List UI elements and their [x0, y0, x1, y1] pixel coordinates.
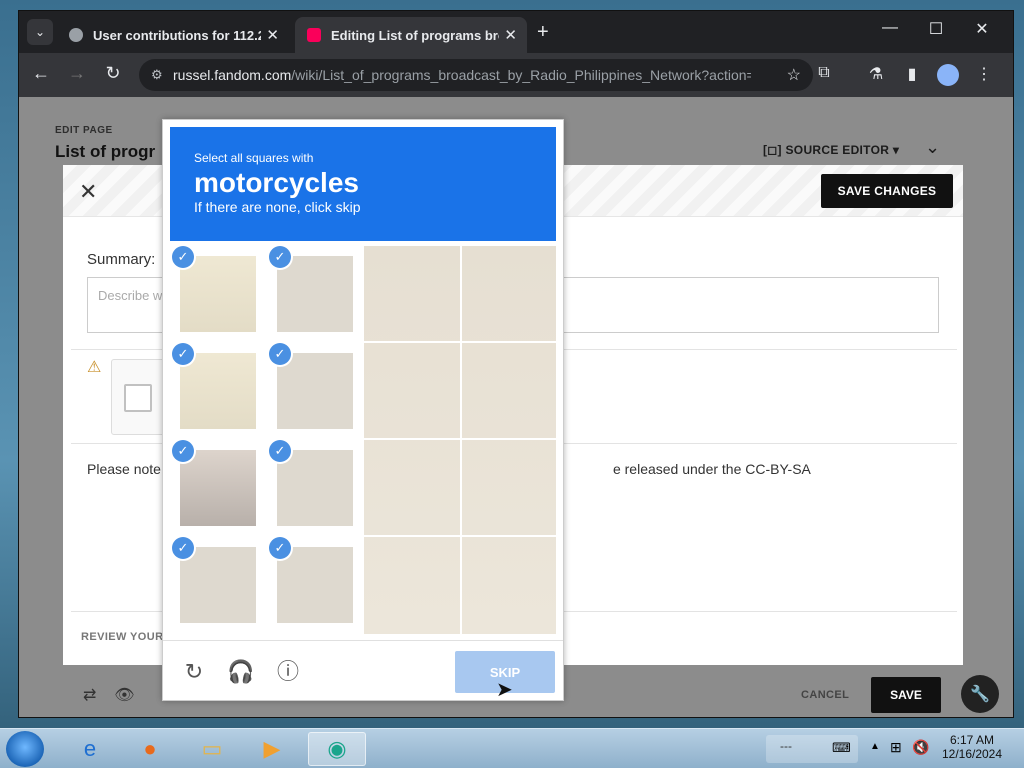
globe-icon: [69, 28, 83, 42]
close-window-button[interactable]: ✕: [967, 19, 997, 39]
review-changes-link[interactable]: REVIEW YOUR: [81, 631, 163, 643]
browser-window: ⌄ User contributions for 112.202 ✕ Editi…: [18, 10, 1014, 718]
page-viewport: EDIT PAGE List of progr [◻] SOURCE EDITO…: [19, 97, 1013, 717]
challenge-grid: ✓ ✓ ✓ ✓ ✓ ✓ ✓ ✓: [170, 246, 556, 634]
tray-text: ---: [780, 739, 792, 753]
tile-image: [180, 547, 256, 623]
side-panel-icon[interactable]: ▮: [901, 64, 923, 84]
browser-toolbar: ← → ↻ ⚙ russel.fandom.com /wiki/List_of_…: [19, 53, 1013, 97]
grid-line: [364, 535, 556, 537]
tile-image: [180, 353, 256, 429]
back-button[interactable]: ←: [29, 63, 53, 84]
info-icon[interactable]: ⓘ: [275, 659, 301, 685]
save-changes-button[interactable]: SAVE CHANGES: [821, 174, 953, 208]
tile-image: [180, 450, 256, 526]
windows-taskbar: e ● ▭ ▶ ◉ --- ⌨ ▲ ⊞ 🔇 6:17 AM 12/16/2024: [0, 728, 1024, 768]
labs-icon[interactable]: ⚗: [865, 64, 887, 84]
profile-avatar[interactable]: [937, 64, 959, 86]
notification-tray: --- ⌨: [766, 735, 858, 763]
recaptcha-challenge: Select all squares with motorcycles If t…: [162, 119, 564, 701]
grid-line: [364, 341, 556, 343]
diff-icon[interactable]: ⇄: [83, 687, 96, 704]
tile-image: [277, 353, 353, 429]
tab-strip: ⌄ User contributions for 112.202 ✕ Editi…: [19, 11, 1013, 53]
check-icon: ✓: [269, 440, 291, 462]
new-tab-button[interactable]: +: [537, 21, 549, 44]
check-icon: ✓: [269, 343, 291, 365]
clock-time: 6:17 AM: [949, 733, 995, 747]
check-icon: ✓: [269, 246, 291, 268]
firefox-icon[interactable]: ●: [128, 732, 172, 766]
reload-icon[interactable]: ↻: [181, 659, 207, 685]
menu-icon[interactable]: ⋮: [973, 64, 995, 84]
tab-editing-list[interactable]: Editing List of programs broad ✕: [295, 17, 527, 53]
challenge-header: Select all squares with motorcycles If t…: [170, 127, 556, 241]
cancel-button[interactable]: CANCEL: [801, 689, 849, 701]
captcha-tile[interactable]: ✓: [267, 537, 361, 631]
bookmark-star-icon[interactable]: ☆: [787, 65, 801, 85]
grid-line: [364, 438, 556, 440]
warning-icon: ⚠: [87, 359, 102, 376]
close-tab-icon[interactable]: ✕: [266, 26, 279, 44]
captcha-tile[interactable]: ✓: [267, 343, 361, 437]
captcha-tile[interactable]: ✓: [267, 246, 361, 340]
page-tools: ⇄ 👁: [83, 685, 135, 705]
recaptcha-checkbox[interactable]: [124, 384, 152, 412]
volume-muted-icon[interactable]: 🔇: [912, 739, 929, 756]
check-icon: ✓: [172, 537, 194, 559]
chrome-taskbar-icon[interactable]: ◉: [308, 732, 366, 766]
file-explorer-icon[interactable]: ▭: [190, 732, 234, 766]
captcha-tile[interactable]: ✓: [170, 246, 264, 340]
network-icon[interactable]: ⊞: [890, 739, 902, 756]
close-icon[interactable]: ✕: [79, 179, 97, 205]
url-path: /wiki/List_of_programs_broadcast_by_Radi…: [291, 67, 752, 83]
challenge-target: motorcycles: [194, 167, 359, 198]
challenge-hint: If there are none, click skip: [194, 199, 361, 215]
challenge-instruction: Select all squares with: [194, 151, 314, 165]
license-note-right: e released under the CC-BY-SA: [612, 461, 811, 477]
clock-date: 12/16/2024: [941, 747, 1003, 761]
extensions-icon[interactable]: ⧉: [813, 64, 835, 82]
save-button[interactable]: SAVE: [871, 677, 941, 713]
captcha-tile[interactable]: ✓: [170, 537, 264, 631]
media-player-icon[interactable]: ▶: [250, 732, 294, 766]
check-icon: ✓: [172, 246, 194, 268]
check-icon: ✓: [172, 343, 194, 365]
check-icon: ✓: [172, 440, 194, 462]
captcha-tile[interactable]: ✓: [170, 343, 264, 437]
close-tab-icon[interactable]: ✕: [504, 26, 517, 44]
preview-eye-icon[interactable]: 👁: [114, 687, 134, 704]
grid-line: [460, 246, 462, 634]
captcha-tile[interactable]: ✓: [267, 440, 361, 534]
tile-image: [277, 256, 353, 332]
address-bar[interactable]: ⚙ russel.fandom.com /wiki/List_of_progra…: [139, 59, 813, 91]
headphones-icon[interactable]: 🎧: [227, 659, 254, 685]
tab-title: User contributions for 112.202: [93, 27, 261, 43]
license-note-left: Please note: [87, 461, 161, 477]
fandom-icon: [307, 28, 321, 42]
tile-image: [180, 256, 256, 332]
url-host: russel.fandom.com: [173, 67, 292, 83]
minimize-button[interactable]: —: [875, 19, 905, 37]
tile-image: [277, 547, 353, 623]
show-hidden-icons[interactable]: ▲: [870, 741, 880, 752]
tab-search-button[interactable]: ⌄: [27, 19, 53, 45]
tab-user-contributions[interactable]: User contributions for 112.202 ✕: [57, 17, 289, 53]
wrench-icon[interactable]: 🔧: [961, 675, 999, 713]
reload-button[interactable]: ↻: [101, 63, 125, 84]
start-button[interactable]: [6, 731, 44, 767]
system-clock[interactable]: 6:17 AM 12/16/2024: [936, 733, 1008, 761]
check-icon: ✓: [269, 537, 291, 559]
captcha-tile[interactable]: ✓: [170, 440, 264, 534]
maximize-button[interactable]: ☐: [921, 19, 951, 39]
forward-button[interactable]: →: [65, 63, 89, 84]
internet-explorer-icon[interactable]: e: [68, 732, 112, 766]
summary-label: Summary:: [87, 251, 156, 268]
tile-image: [277, 450, 353, 526]
mouse-cursor-icon: ➤: [496, 679, 513, 701]
keyboard-icon[interactable]: ⌨: [832, 740, 851, 756]
site-info-icon[interactable]: ⚙: [151, 67, 163, 83]
tab-title: Editing List of programs broad: [331, 27, 499, 43]
